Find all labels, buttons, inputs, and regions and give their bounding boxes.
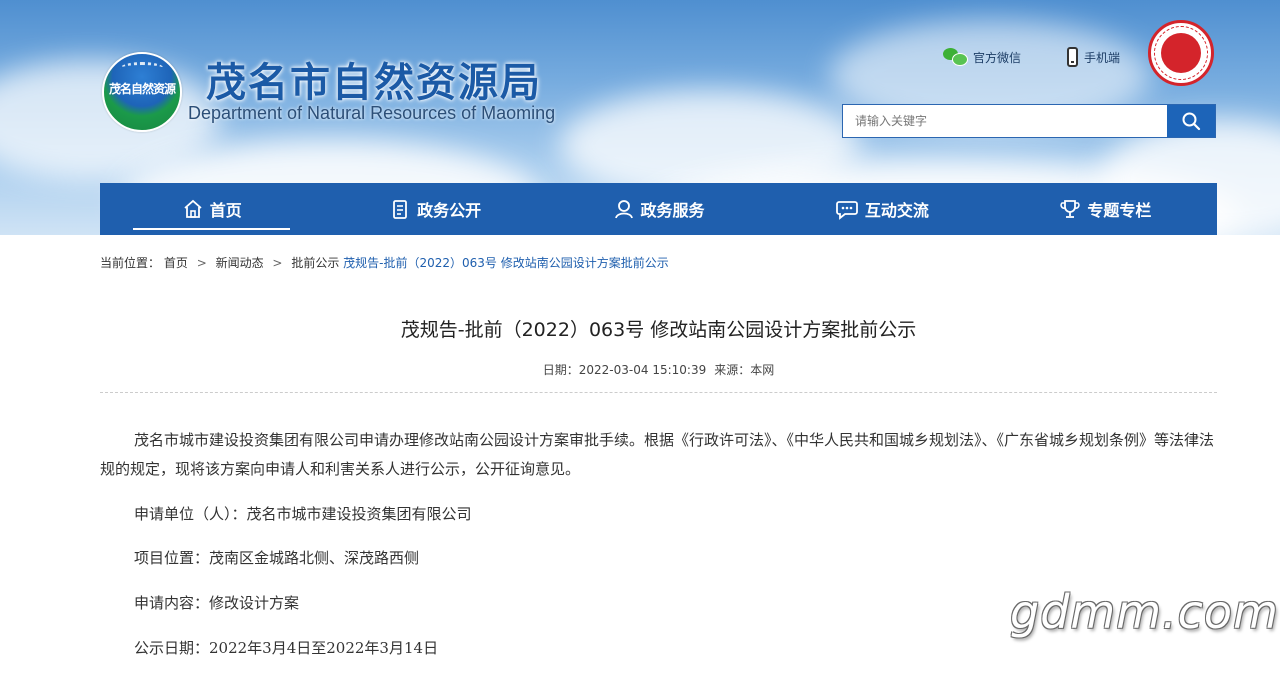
watermark: gdmm.com — [1010, 585, 1279, 639]
main-nav: 首页 政务公开 政务服务 互动交流 专题专栏 — [100, 183, 1217, 235]
applicant-line: 申请单位（人）：茂名市城市建设投资集团有限公司 — [134, 505, 472, 523]
wechat-link[interactable]: 官方微信 — [943, 46, 1021, 68]
site-subtitle: Department of Natural Resources of Maomi… — [188, 103, 556, 123]
home-icon — [184, 199, 202, 218]
nav-label: 政务服务 — [640, 201, 705, 220]
service-icon — [614, 200, 633, 219]
breadcrumb-news[interactable]: 新闻动态 — [216, 256, 264, 270]
nav-item-home[interactable]: 首页 — [100, 183, 323, 235]
period-line: 公示日期：2022年3月4日至2022年3月14日 — [134, 639, 439, 657]
location-line: 项目位置：茂南区金城路北侧、深茂路西侧 — [134, 549, 420, 567]
breadcrumb-current: 茂规告-批前（2022）063号 修改站南公园设计方案批前公示 — [343, 256, 669, 270]
nav-item-special-topics[interactable]: 专题专栏 — [994, 183, 1217, 235]
search-icon — [1182, 112, 1201, 131]
site-title[interactable]: 茂名市自然资源局 — [206, 50, 542, 108]
breadcrumb-separator: > — [196, 256, 207, 270]
mobile-link[interactable]: 手机端 — [1067, 46, 1120, 68]
search-input[interactable] — [843, 105, 1167, 137]
city-emblem — [1148, 20, 1214, 86]
nav-label: 互动交流 — [864, 201, 929, 220]
mobile-label: 手机端 — [1084, 50, 1121, 65]
breadcrumb-notice[interactable]: 批前公示 — [291, 256, 339, 270]
article-meta: 日期：2022-03-04 15:10:39 来源：本网 — [100, 361, 1217, 378]
breadcrumb-prefix: 当前位置： — [100, 256, 161, 270]
breadcrumb: 当前位置： 首页 > 新闻动态 > 批前公示 茂规告-批前（2022）063号 … — [100, 254, 669, 271]
nav-label: 政务公开 — [417, 201, 482, 220]
content-line: 申请内容：修改设计方案 — [134, 594, 300, 612]
article-paragraph: 茂名市城市建设投资集团有限公司申请办理修改站南公园设计方案审批手续。根据《行政许… — [100, 431, 1215, 478]
nav-label: 专题专栏 — [1087, 201, 1152, 220]
nav-label: 首页 — [209, 201, 242, 220]
site-logo[interactable]: 茂名自然资源 — [102, 52, 182, 132]
logo-text: 茂名自然资源 — [108, 82, 176, 96]
search-box — [842, 104, 1216, 138]
nav-item-gov-affairs[interactable]: 政务公开 — [323, 183, 546, 235]
wechat-label: 官方微信 — [973, 50, 1022, 65]
breadcrumb-separator: > — [272, 256, 283, 270]
article-source: 来源：本网 — [714, 363, 775, 377]
emblem-center — [1161, 33, 1201, 73]
logo-dots — [120, 62, 164, 75]
article-date: 日期：2022-03-04 15:10:39 — [542, 363, 707, 377]
article-title: 茂规告-批前（2022）063号 修改站南公园设计方案批前公示 — [400, 319, 917, 341]
breadcrumb-home[interactable]: 首页 — [164, 256, 188, 270]
nav-item-gov-services[interactable]: 政务服务 — [547, 183, 770, 235]
divider — [100, 392, 1217, 393]
chat-icon — [836, 201, 858, 220]
phone-icon — [1067, 47, 1078, 67]
search-button[interactable] — [1167, 105, 1215, 137]
wechat-icon — [943, 48, 968, 66]
document-icon — [393, 200, 407, 219]
trophy-icon — [1060, 200, 1080, 218]
nav-item-interaction[interactable]: 互动交流 — [770, 183, 993, 235]
